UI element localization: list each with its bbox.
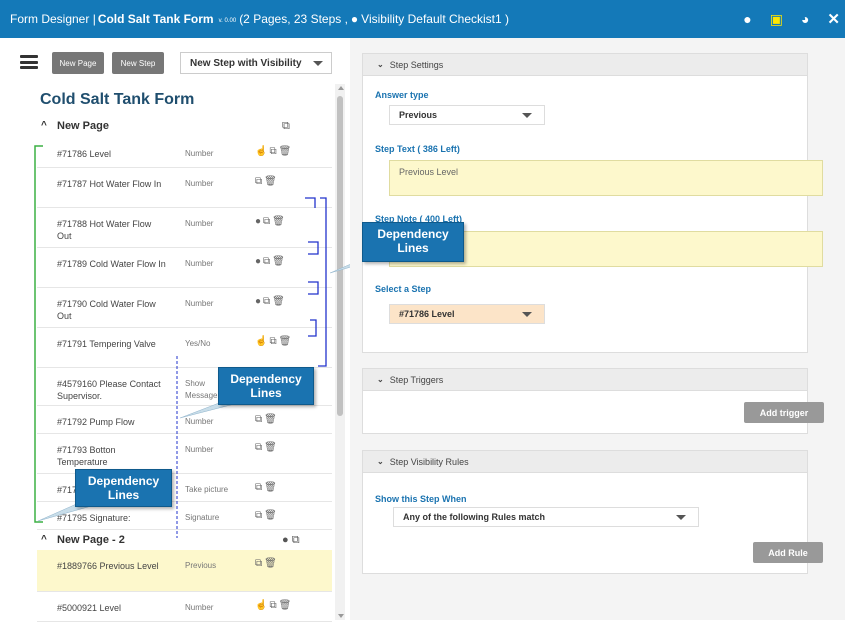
step-settings-panel: ⌄ Step Settings Answer type Previous Ste… bbox=[350, 38, 845, 620]
globe-icon[interactable]: ◕ bbox=[801, 11, 809, 27]
step-visibility-title: Step Visibility Rules bbox=[389, 456, 469, 467]
select-step-value: #71786 Level bbox=[399, 309, 455, 319]
chevron-down-icon: ⌄ bbox=[377, 457, 384, 466]
select-step-dropdown[interactable]: #71786 Level bbox=[389, 304, 545, 324]
chevron-down-icon bbox=[522, 113, 532, 118]
title-version: v. 0.00 bbox=[218, 18, 237, 24]
answer-type-select[interactable]: Previous bbox=[389, 105, 545, 125]
title-form-name: Cold Salt Tank Form bbox=[97, 12, 214, 26]
step-triggers-title: Step Triggers bbox=[389, 374, 444, 385]
title-prefix: Form Designer | bbox=[10, 12, 96, 26]
step-triggers-section: ⌄ Step Triggers Add trigger bbox=[362, 368, 824, 434]
answer-type-label: Answer type bbox=[375, 90, 429, 100]
step-text-textarea[interactable]: Previous Level bbox=[389, 160, 823, 196]
close-icon[interactable]: ✕ bbox=[827, 10, 840, 28]
save-icon[interactable]: ▣ bbox=[770, 11, 783, 28]
step-settings-section: ⌄ Step Settings Answer type Previous Ste… bbox=[362, 53, 823, 353]
rule-match-select[interactable]: Any of the following Rules match bbox=[393, 507, 699, 527]
callout-dependency-lines-3: Dependency Lines bbox=[75, 469, 172, 507]
step-visibility-header[interactable]: ⌄ Step Visibility Rules bbox=[363, 451, 807, 473]
form-outline-panel: New Page New Step New Step with Visibili… bbox=[0, 38, 350, 622]
callout-pointer-1 bbox=[329, 264, 350, 274]
title-bar: Form Designer | Cold Salt Tank Form v. 0… bbox=[0, 0, 845, 38]
callout-pointers bbox=[37, 264, 350, 522]
step-triggers-header[interactable]: ⌄ Step Triggers bbox=[363, 369, 807, 391]
step-settings-header[interactable]: ⌄ Step Settings bbox=[363, 54, 807, 76]
show-step-when-label: Show this Step When bbox=[375, 494, 467, 504]
title-visibility: Visibility Default Checkist1 ) bbox=[361, 12, 510, 26]
chevron-down-icon bbox=[522, 312, 532, 317]
rule-match-value: Any of the following Rules match bbox=[403, 512, 546, 522]
callout-dependency-lines-2: Dependency Lines bbox=[218, 367, 314, 405]
step-settings-title: Step Settings bbox=[389, 59, 444, 70]
step-visibility-section: ⌄ Step Visibility Rules Show this Step W… bbox=[362, 450, 823, 574]
add-trigger-button[interactable]: Add trigger bbox=[744, 402, 824, 423]
chevron-down-icon: ⌄ bbox=[377, 375, 384, 384]
eye-icon[interactable]: ● bbox=[743, 11, 751, 27]
add-rule-button[interactable]: Add Rule bbox=[753, 542, 823, 563]
select-step-label: Select a Step bbox=[375, 284, 432, 294]
step-text-label: Step Text ( 386 Left) bbox=[375, 144, 460, 154]
callout-dependency-lines-1: Dependency Lines bbox=[362, 222, 464, 262]
visibility-eye-icon: ● bbox=[350, 12, 359, 26]
chevron-down-icon bbox=[676, 515, 686, 520]
answer-type-value: Previous bbox=[399, 110, 438, 120]
title-info: (2 Pages, 23 Steps , bbox=[239, 12, 348, 26]
chevron-down-icon: ⌄ bbox=[377, 60, 384, 69]
